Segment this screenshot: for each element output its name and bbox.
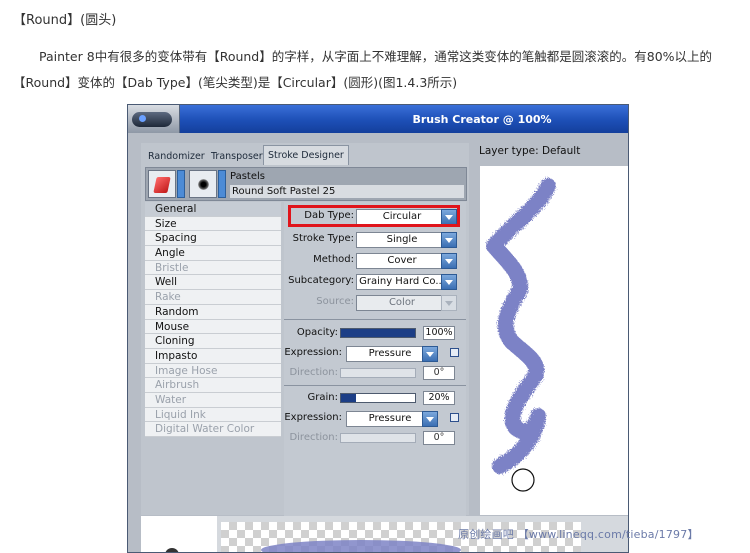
source-select: Color [356,295,448,311]
opacity-slider-fill [341,329,415,337]
stroke-sample [261,540,461,552]
tab-stroke-designer[interactable]: Stroke Designer [263,145,349,165]
source-label: Source: [316,296,354,307]
opacity-expression-dropdown-icon[interactable] [422,346,438,362]
dab-variant-icon[interactable] [189,170,217,198]
section-item-liquid-ink: Liquid Ink [145,407,281,423]
divider [284,385,466,386]
opacity-label: Opacity: [296,327,338,338]
subcategory-row: Subcategory: Grainy Hard Co... [284,273,466,291]
grain-direction-value: 0° [423,431,455,445]
opacity-value[interactable]: 100% [423,326,455,340]
section-item-well[interactable]: Well [145,275,281,291]
window-title: Brush Creator @ 100% [412,113,552,126]
grain-row: Grain: 20% [284,390,466,406]
watermark: 原创绘画吧 【www.lineqq.com/tieba/1797】 [458,528,699,541]
opacity-expression-row: Expression: Pressure [284,345,466,363]
brush-selector: Pastels Round Soft Pastel 25 [145,167,467,201]
section-item-airbrush: Airbrush [145,378,281,393]
opacity-row: Opacity: 100% [284,325,466,341]
window-menu-icon[interactable] [132,112,172,127]
grain-direction-slider [340,433,416,443]
opacity-direction-label: Direction: [289,367,338,378]
tab-randomizer[interactable]: Randomizer [146,148,207,165]
grain-label: Grain: [307,392,338,403]
window-titlebar[interactable]: Brush Creator @ 100% [128,105,628,133]
pastel-category-icon[interactable] [148,170,176,198]
opacity-expression-label: Expression: [284,347,342,358]
opacity-direction-row: Direction: 0° [284,365,466,381]
grain-slider-fill [341,394,356,402]
grain-direction-label: Direction: [289,432,338,443]
preview-canvas[interactable] [480,166,628,515]
dab-type-row: Dab Type: Circular [284,205,466,227]
section-item-bristle: Bristle [145,260,281,276]
subcategory-select[interactable]: Grainy Hard Co... [356,274,448,290]
grain-slider[interactable] [340,393,416,403]
stroke-type-select[interactable]: Single [356,232,448,248]
variant-dropdown-arrow-icon[interactable] [218,170,226,198]
section-item-image-hose: Image Hose [145,363,281,379]
tab-transposer[interactable]: Transposer [209,148,265,165]
article-paragraph: Painter 8中有很多的变体带有【Round】的字样，从字面上不难理解，通常… [13,49,713,90]
section-item-digital-water-color: Digital Water Color [145,422,281,437]
section-item-mouse[interactable]: Mouse [145,319,281,335]
brush-category-name: Pastels [230,171,265,182]
source-row: Source: Color [284,294,466,312]
divider [284,319,466,320]
section-item-spacing[interactable]: Spacing [145,231,281,247]
layer-type-label: Layer type: Default [479,145,581,157]
stroke-path [486,178,556,474]
window-control-cap[interactable] [128,105,180,133]
grain-expression-row: Expression: Pressure [284,410,466,428]
brush-cursor-icon [511,468,535,492]
method-label: Method: [313,254,354,265]
opacity-expression-select[interactable]: Pressure [346,346,434,362]
section-item-rake: Rake [145,290,281,305]
stroke-type-dropdown-icon[interactable] [441,232,457,248]
grain-expression-invert-checkbox[interactable] [450,413,459,422]
general-settings: Dab Type: Circular Stroke Type: Single M… [284,202,466,540]
stroke-type-label: Stroke Type: [292,233,354,244]
opacity-direction-value: 0° [423,366,455,380]
section-item-random[interactable]: Random [145,304,281,320]
grain-expression-label: Expression: [284,412,342,423]
section-item-size[interactable]: Size [145,216,281,232]
opacity-direction-slider [340,368,416,378]
opacity-expression-invert-checkbox[interactable] [450,348,459,357]
stroke-type-row: Stroke Type: Single [284,231,466,249]
dab-preview-area [141,516,217,552]
section-item-cloning[interactable]: Cloning [145,334,281,349]
category-dropdown-arrow-icon[interactable] [177,170,185,198]
brush-stroke-preview [486,178,556,492]
section-item-impasto[interactable]: Impasto [145,348,281,364]
grain-value[interactable]: 20% [423,391,455,405]
section-item-water: Water [145,392,281,408]
article-title: 【Round】(圆头) [13,13,117,28]
subcategory-label: Subcategory: [288,275,354,286]
method-select[interactable]: Cover [356,253,448,269]
section-list: General Size Spacing Angle Bristle Well … [145,202,281,437]
source-dropdown-icon [441,295,457,311]
grain-expression-select[interactable]: Pressure [346,411,434,427]
annotation-highlight-box [288,205,460,227]
brush-variant-name: Round Soft Pastel 25 [230,185,464,198]
grain-expression-dropdown-icon[interactable] [422,411,438,427]
opacity-slider[interactable] [340,328,416,338]
subcategory-dropdown-icon[interactable] [441,274,457,290]
grain-direction-row: Direction: 0° [284,430,466,446]
section-item-general[interactable]: General [145,202,281,217]
section-item-angle[interactable]: Angle [145,246,281,261]
method-row: Method: Cover [284,252,466,270]
method-dropdown-icon[interactable] [441,253,457,269]
brush-creator-window: Brush Creator @ 100% Randomizer Transpos… [127,104,629,553]
